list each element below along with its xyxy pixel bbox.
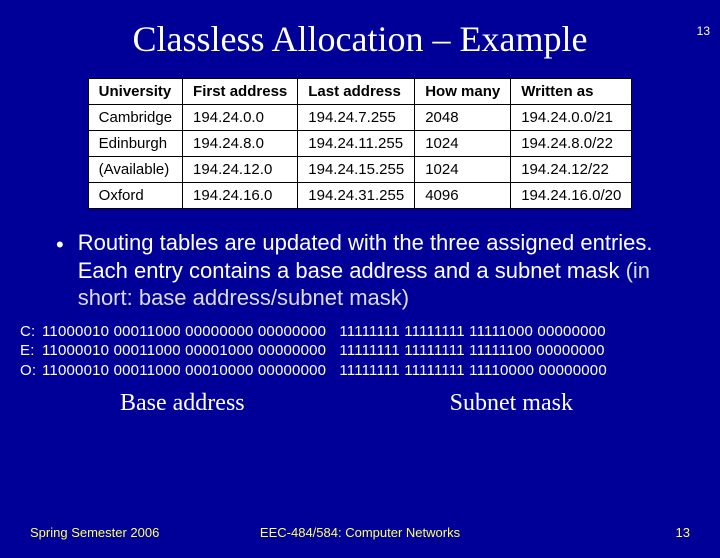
cell: 194.24.15.255 (298, 157, 415, 183)
cell: (Available) (88, 157, 182, 183)
cell: 194.24.12.0 (183, 157, 298, 183)
binary-mask: 11111111 11111111 11111100 00000000 (339, 342, 604, 359)
table-row: (Available) 194.24.12.0 194.24.15.255 10… (88, 157, 632, 183)
cell: 194.24.0.0 (183, 105, 298, 131)
th-first-address: First address (183, 79, 298, 105)
table-row: Oxford 194.24.16.0 194.24.31.255 4096 19… (88, 183, 632, 209)
binary-mask: 11111111 11111111 11111000 00000000 (339, 323, 605, 340)
binary-base: 11000010 00011000 00001000 00000000 (42, 342, 326, 359)
allocation-table-wrap: University First address Last address Ho… (0, 78, 720, 209)
footer-center: EEC-484/584: Computer Networks (0, 525, 720, 540)
cell: 194.24.7.255 (298, 105, 415, 131)
label-base-address: Base address (120, 390, 245, 417)
slide-title: Classless Allocation – Example (0, 18, 720, 60)
binary-row: C:11000010 00011000 00000000 00000000 11… (20, 322, 720, 342)
binary-mask: 11111111 11111111 11110000 00000000 (339, 362, 607, 379)
label-subnet-mask: Subnet mask (450, 390, 573, 417)
th-written-as: Written as (511, 79, 632, 105)
bullet-main: Routing tables are updated with the thre… (78, 230, 653, 283)
cell: 194.24.31.255 (298, 183, 415, 209)
slide-footer: Spring Semester 2006 EEC-484/584: Comput… (0, 525, 720, 540)
column-labels: Base address Subnet mask (0, 390, 720, 417)
table-header-row: University First address Last address Ho… (88, 79, 632, 105)
cell: 4096 (415, 183, 511, 209)
bullet-point: • Routing tables are updated with the th… (56, 229, 680, 312)
binary-label: E: (20, 341, 42, 361)
table-row: Edinburgh 194.24.8.0 194.24.11.255 1024 … (88, 131, 632, 157)
cell: 194.24.11.255 (298, 131, 415, 157)
bullet-dot-icon: • (56, 231, 64, 259)
cell: 194.24.8.0/22 (511, 131, 632, 157)
cell: 194.24.16.0/20 (511, 183, 632, 209)
binary-block: C:11000010 00011000 00000000 00000000 11… (20, 322, 720, 381)
binary-label: C: (20, 322, 42, 342)
cell: Edinburgh (88, 131, 182, 157)
binary-base: 11000010 00011000 00010000 00000000 (42, 362, 326, 379)
cell: Cambridge (88, 105, 182, 131)
binary-row: E:11000010 00011000 00001000 00000000 11… (20, 341, 720, 361)
cell: 1024 (415, 157, 511, 183)
cell: 194.24.12/22 (511, 157, 632, 183)
cell: 1024 (415, 131, 511, 157)
page-number-top: 13 (697, 24, 710, 38)
allocation-table: University First address Last address Ho… (88, 78, 633, 209)
cell: Oxford (88, 183, 182, 209)
cell: 2048 (415, 105, 511, 131)
bullet-text: Routing tables are updated with the thre… (78, 229, 680, 312)
binary-base: 11000010 00011000 00000000 00000000 (42, 323, 326, 340)
binary-row: O:11000010 00011000 00010000 00000000 11… (20, 361, 720, 381)
cell: 194.24.16.0 (183, 183, 298, 209)
cell: 194.24.8.0 (183, 131, 298, 157)
cell: 194.24.0.0/21 (511, 105, 632, 131)
binary-label: O: (20, 361, 42, 381)
th-last-address: Last address (298, 79, 415, 105)
table-row: Cambridge 194.24.0.0 194.24.7.255 2048 1… (88, 105, 632, 131)
th-how-many: How many (415, 79, 511, 105)
th-university: University (88, 79, 182, 105)
